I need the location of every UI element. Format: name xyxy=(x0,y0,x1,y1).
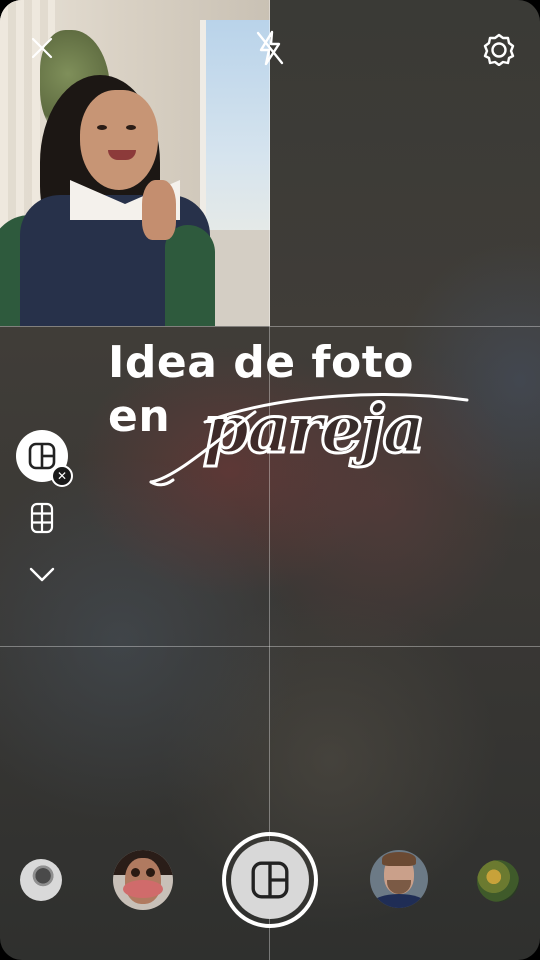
flash-off-icon xyxy=(256,30,284,66)
effect-avatar[interactable] xyxy=(477,860,519,902)
layout-split-icon xyxy=(28,442,56,470)
script-word-graphic: pareja xyxy=(149,389,469,487)
script-word-text: pareja xyxy=(203,390,423,468)
close-icon xyxy=(31,37,53,59)
headline-line-1: Idea de foto xyxy=(108,337,415,388)
camera-screen: Idea de foto en pareja ✕ xyxy=(0,0,540,960)
effect-avatar[interactable] xyxy=(113,850,173,910)
settings-icon xyxy=(483,33,515,66)
settings-button[interactable] xyxy=(480,30,518,68)
chevron-down-icon[interactable] xyxy=(28,564,56,584)
remove-layout-button[interactable]: ✕ xyxy=(51,465,73,487)
layout-split-icon xyxy=(251,861,289,899)
effect-avatar[interactable] xyxy=(20,859,62,901)
grid-line-horizontal xyxy=(0,326,540,327)
grid-6-icon[interactable] xyxy=(30,502,54,534)
close-button[interactable] xyxy=(24,30,60,66)
shutter-inner xyxy=(231,841,309,919)
effect-avatar[interactable] xyxy=(370,850,428,908)
grid-line-horizontal xyxy=(0,646,540,647)
shutter-button[interactable] xyxy=(222,832,318,928)
flash-toggle-button[interactable] xyxy=(252,28,288,68)
